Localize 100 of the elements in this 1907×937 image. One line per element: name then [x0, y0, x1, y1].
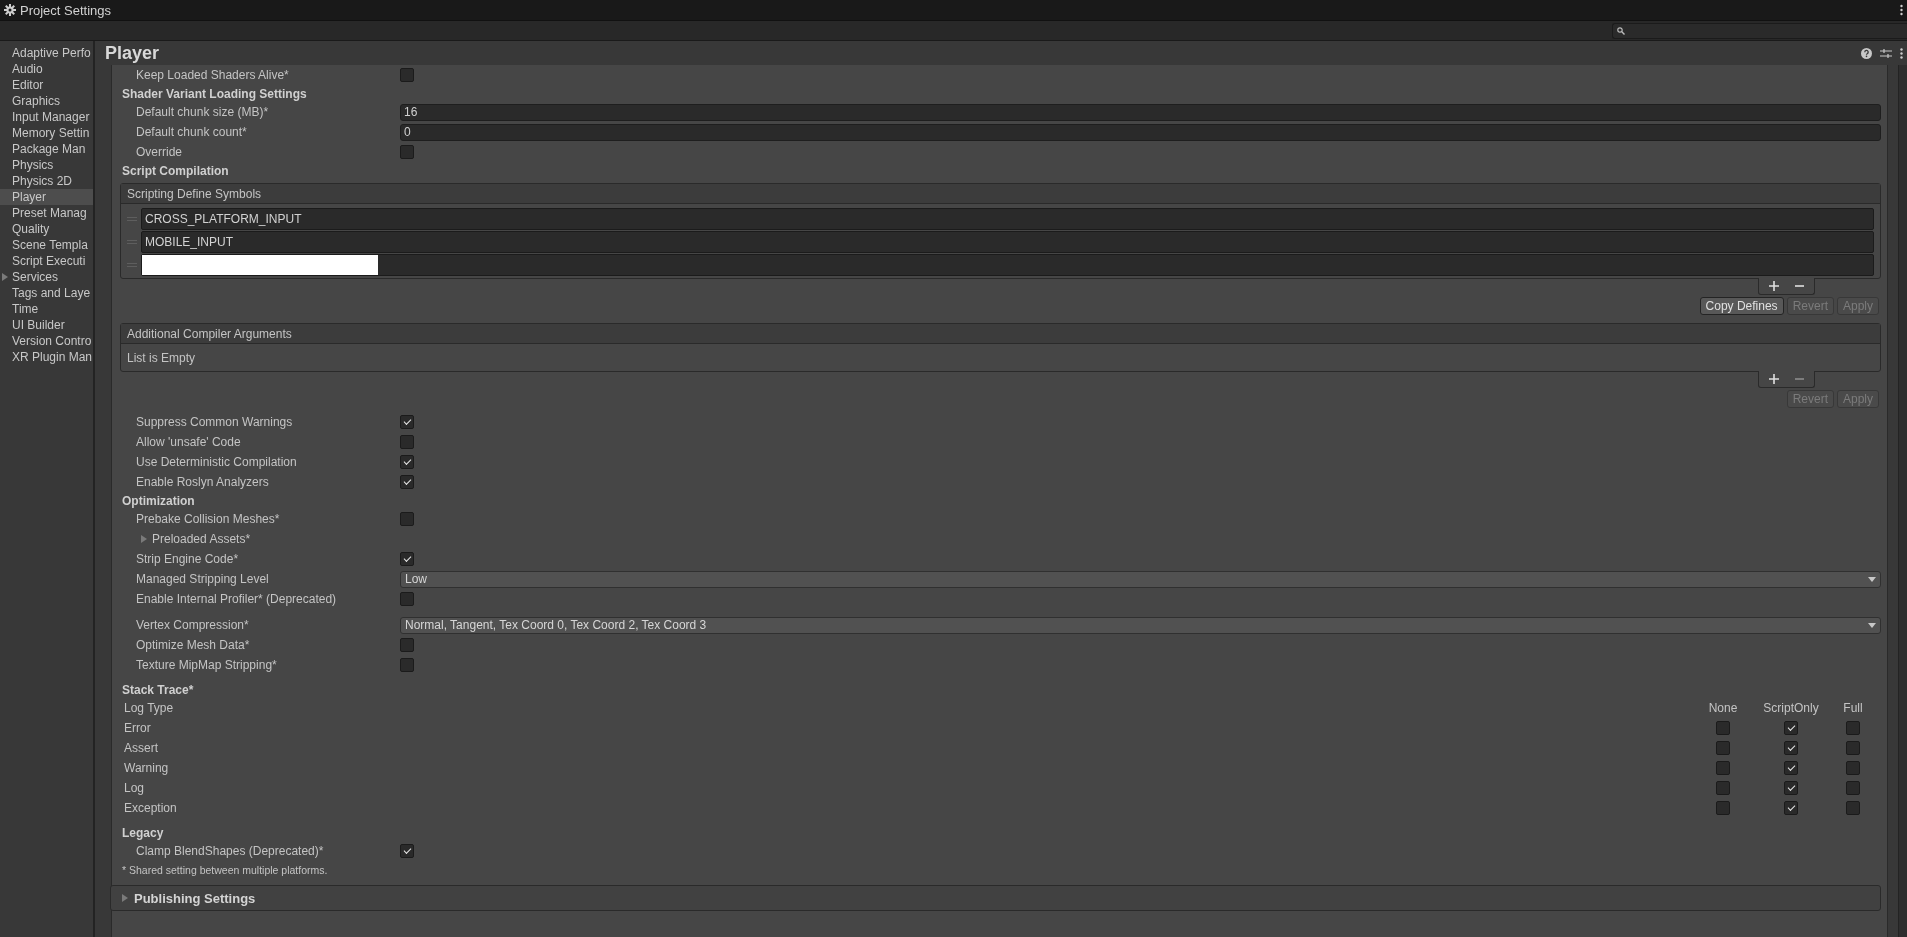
checkbox[interactable]	[1784, 781, 1798, 795]
text-input-field[interactable]	[141, 253, 1874, 276]
checkbox[interactable]	[1846, 781, 1860, 795]
window-title: Project Settings	[20, 2, 112, 18]
checkbox[interactable]	[400, 145, 414, 159]
checkbox[interactable]	[400, 638, 414, 652]
checkbox[interactable]	[1716, 781, 1730, 795]
sidebar-item[interactable]: Memory Settin	[0, 125, 93, 141]
sidebar-item[interactable]: UI Builder	[0, 317, 93, 333]
foldout-label[interactable]: Preloaded Assets*	[152, 532, 251, 546]
checkbox[interactable]	[1784, 801, 1798, 815]
setting-label: Prebake Collision Meshes*	[135, 512, 281, 526]
setting-label: Strip Engine Code*	[135, 552, 240, 566]
checkbox[interactable]	[400, 658, 414, 672]
section-heading: Script Compilation	[122, 163, 229, 178]
sidebar-item[interactable]: Editor	[0, 77, 93, 93]
checkbox[interactable]	[1716, 741, 1730, 755]
section-heading: Stack Trace*	[122, 682, 194, 697]
checkbox[interactable]	[1784, 741, 1798, 755]
checkbox[interactable]	[1846, 741, 1860, 755]
checkbox[interactable]	[1784, 761, 1798, 775]
list-entry-field[interactable]: CROSS_PLATFORM_INPUT	[141, 207, 1874, 230]
checkbox[interactable]	[400, 455, 414, 469]
sidebar-item[interactable]: Services	[0, 269, 93, 285]
checkbox[interactable]	[400, 68, 414, 82]
empty-list-text: List is Empty	[126, 350, 196, 367]
setting-label: Clamp BlendShapes (Deprecated)*	[135, 844, 325, 858]
sidebar-item[interactable]: Tags and Laye	[0, 285, 93, 301]
expand-arrow-icon[interactable]	[1, 273, 9, 281]
footnote: * Shared setting between multiple platforms.	[122, 863, 329, 878]
column-header: None	[1707, 701, 1739, 715]
add-icon[interactable]	[1769, 374, 1779, 384]
sidebar-item[interactable]: Audio	[0, 61, 93, 77]
checkbox[interactable]	[400, 435, 414, 449]
setting-label: Default chunk count*	[135, 125, 248, 139]
sidebar-item[interactable]: Adaptive Perfo	[0, 45, 93, 61]
search-field[interactable]	[1612, 22, 1907, 39]
checkbox[interactable]	[1716, 761, 1730, 775]
checkbox[interactable]	[1846, 721, 1860, 735]
sidebar-item[interactable]: Version Contro	[0, 333, 93, 349]
sidebar-item[interactable]: Physics	[0, 157, 93, 173]
checkbox[interactable]	[400, 552, 414, 566]
checkbox[interactable]	[400, 415, 414, 429]
dropdown[interactable]: Normal, Tangent, Tex Coord 0, Tex Coord 2, Tex Coord 3	[400, 616, 1881, 634]
menu-icon[interactable]	[1900, 4, 1903, 16]
column-header: ScriptOnly	[1762, 701, 1820, 715]
checkbox[interactable]	[400, 475, 414, 489]
sidebar-item[interactable]: Scene Templa	[0, 237, 93, 253]
caret-icon	[1868, 622, 1876, 628]
sidebar-item[interactable]: Player	[0, 189, 93, 205]
button[interactable]: Copy Defines	[1699, 297, 1784, 315]
checkbox[interactable]	[1846, 801, 1860, 815]
setting-label: Suppress Common Warnings	[135, 415, 294, 429]
setting-label: Use Deterministic Compilation	[135, 455, 298, 469]
sidebar-item[interactable]: Package Man	[0, 141, 93, 157]
list-header: Additional Compiler Arguments	[121, 324, 1880, 344]
row-label: Log	[124, 781, 146, 795]
list-entry-field[interactable]: MOBILE_INPUT	[141, 230, 1874, 253]
sidebar-item[interactable]: XR Plugin Man	[0, 349, 93, 365]
sidebar-item[interactable]: Script Executi	[0, 253, 93, 269]
column-header: Log Type	[124, 701, 175, 715]
setting-label: Texture MipMap Stripping*	[135, 658, 278, 672]
list-header: Scripting Define Symbols	[121, 184, 1880, 204]
sidebar-item[interactable]: Physics 2D	[0, 173, 93, 189]
checkbox[interactable]	[1784, 721, 1798, 735]
checkbox[interactable]	[400, 512, 414, 526]
caret-icon	[1868, 576, 1876, 582]
checkbox[interactable]	[400, 844, 414, 858]
sidebar-item[interactable]: Preset Manag	[0, 205, 93, 221]
checkbox[interactable]	[1716, 801, 1730, 815]
setting-label: Keep Loaded Shaders Alive*	[135, 68, 290, 82]
row-label: Assert	[124, 741, 159, 755]
setting-label: Override	[135, 145, 183, 159]
section-heading: Shader Variant Loading Settings	[122, 86, 307, 101]
row-label: Warning	[124, 761, 170, 775]
help-icon[interactable]	[1861, 47, 1872, 59]
dropdown[interactable]: Low	[400, 570, 1881, 588]
setting-label: Managed Stripping Level	[135, 572, 270, 586]
row-label: Error	[124, 721, 152, 735]
row-label: Exception	[124, 801, 178, 815]
checkbox[interactable]	[1716, 721, 1730, 735]
sidebar-item[interactable]: Time	[0, 301, 93, 317]
setting-label: Optimize Mesh Data*	[135, 638, 251, 652]
drag-handle-icon[interactable]	[127, 239, 137, 244]
foldout-arrow-icon[interactable]	[121, 894, 129, 902]
sidebar-item[interactable]: Quality	[0, 221, 93, 237]
drag-handle-icon[interactable]	[127, 262, 137, 267]
foldout-arrow-icon[interactable]	[140, 535, 148, 543]
checkbox[interactable]	[1846, 761, 1860, 775]
number-field[interactable]: 0	[400, 123, 1881, 141]
number-field[interactable]: 16	[400, 103, 1881, 121]
setting-label: Default chunk size (MB)*	[135, 105, 270, 119]
checkbox[interactable]	[400, 592, 414, 606]
sliders-icon[interactable]	[1880, 47, 1892, 59]
add-icon[interactable]	[1769, 281, 1779, 291]
menu-icon[interactable]	[1900, 47, 1903, 59]
section-header[interactable]: Publishing Settings	[110, 885, 1881, 911]
drag-handle-icon[interactable]	[127, 216, 137, 221]
sidebar-item[interactable]: Input Manager	[0, 109, 93, 125]
sidebar-item[interactable]: Graphics	[0, 93, 93, 109]
